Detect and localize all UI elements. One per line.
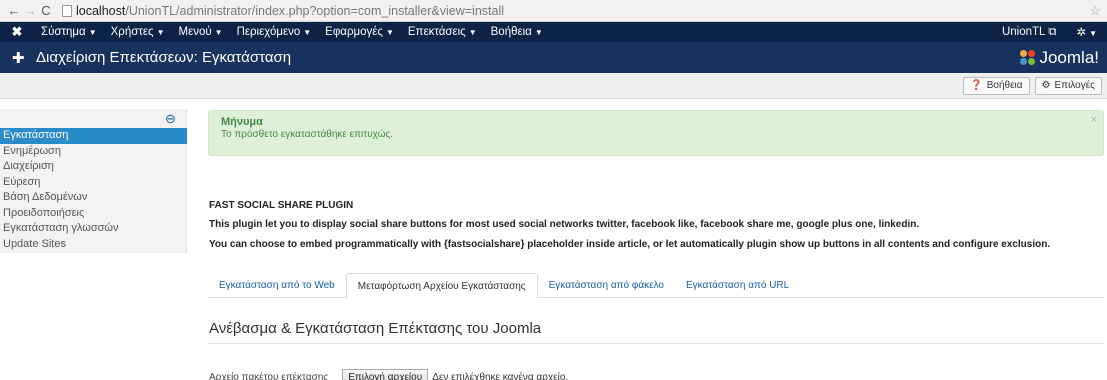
forward-icon[interactable]: →	[22, 3, 38, 18]
sidebar-item[interactable]: Εύρεση	[0, 175, 187, 191]
sidebar-item[interactable]: Βάση Δεδομένων	[0, 190, 187, 206]
back-icon[interactable]: ←	[6, 3, 22, 18]
url-host: localhost	[76, 3, 126, 18]
user-settings-gear-icon[interactable]: ✲ ▼	[1066, 25, 1107, 39]
question-icon: ❓	[970, 80, 983, 91]
page-icon	[62, 4, 72, 17]
menu-system[interactable]: Σύστημα ▼	[34, 26, 104, 38]
sidebar-item[interactable]: Προειδοποιήσεις	[0, 206, 187, 222]
menu-users[interactable]: Χρήστες ▼	[104, 26, 172, 38]
file-status: Δεν επιλέχθηκε κανένα αρχείο.	[432, 372, 569, 380]
install-tabs: Εγκατάσταση από το Web Μεταφόρτωση Αρχεί…	[208, 273, 1104, 299]
file-label: Αρχείο πακέτου επέκτασης	[209, 372, 329, 380]
sidebar-item[interactable]: Ενημέρωση	[0, 144, 187, 160]
sidebar-item[interactable]: Εγκατάσταση γλωσσών	[0, 221, 187, 237]
caret-down-icon: ▼	[534, 28, 543, 37]
menu-extensions[interactable]: Επεκτάσεις ▼	[401, 26, 484, 38]
tab-upload-package[interactable]: Μεταφόρτωση Αρχείου Εγκατάστασης	[345, 273, 538, 299]
page-header: ✚ Διαχείριση Επεκτάσεων: Εγκατάσταση Joo…	[0, 42, 1107, 73]
joomla-brand-logo: Joomla!	[1020, 48, 1099, 68]
reload-icon[interactable]: C	[38, 3, 54, 18]
page-title: Διαχείριση Επεκτάσεων: Εγκατάσταση	[36, 49, 292, 66]
message-heading: Μήνυμα	[221, 116, 263, 128]
main-area: ⊖ Εγκατάσταση Ενημέρωση Διαχείριση Εύρεση Βά…	[0, 99, 1107, 380]
menu-components[interactable]: Εφαρμογές ▼	[318, 26, 401, 38]
menu-menus[interactable]: Μενού ▼	[171, 26, 229, 38]
external-link-icon: ⧉	[1048, 25, 1057, 38]
url-path: /UnionTL/administrator/index.php?option=…	[125, 3, 505, 18]
sidebar-item[interactable]: Update Sites	[0, 237, 187, 253]
caret-down-icon: ▼	[303, 28, 312, 37]
tab-install-from-web[interactable]: Εγκατάσταση από το Web	[208, 273, 346, 298]
puzzle-icon: ✚	[12, 49, 25, 67]
caret-down-icon: ▼	[156, 28, 165, 37]
admin-menu-bar: ✖ Σύστημα ▼ Χρήστες ▼ Μενού ▼ Περιεχόμενο ▼ …	[0, 22, 1107, 42]
gear-icon: ⚙	[1041, 80, 1051, 91]
file-upload-row: Αρχείο πακέτου επέκτασης Επιλογή αρχείου…	[209, 369, 568, 380]
caret-down-icon: ▼	[385, 28, 394, 37]
menu-content[interactable]: Περιεχόμενο ▼	[230, 26, 319, 38]
toolbar: ❓ Βοήθεια ⚙ Επιλογές	[0, 73, 1107, 99]
plugin-title: FAST SOCIAL SHARE PLUGIN	[209, 200, 354, 211]
plugin-description-2: You can choose to embed programmatically…	[209, 239, 1051, 250]
success-message: Μήνυμα Το πρόσθετο εγκαταστάθηκε επιτυχώ…	[208, 110, 1104, 156]
bookmark-star-icon[interactable]: ☆	[1089, 3, 1101, 19]
caret-down-icon: ▼	[88, 28, 97, 37]
section-title: Ανέβασμα & Εγκατάσταση Επέκτασης του Joo…	[209, 320, 542, 337]
tab-install-from-folder[interactable]: Εγκατάσταση από φάκελο	[538, 273, 675, 298]
menu-help[interactable]: Βοήθεια ▼	[484, 26, 550, 38]
browser-toolbar: ← → C localhost/UnionTL/administrator/in…	[0, 0, 1107, 22]
close-icon[interactable]: ×	[1091, 114, 1097, 126]
joomla-logo-icon[interactable]: ✖	[0, 24, 34, 40]
collapse-sidebar-icon[interactable]: ⊖	[165, 111, 176, 127]
divider	[208, 343, 1104, 344]
help-button[interactable]: ❓ Βοήθεια	[963, 76, 1030, 95]
sidebar-item[interactable]: Διαχείριση	[0, 159, 187, 175]
joomla-mark-icon	[1020, 49, 1036, 66]
sidebar: ⊖ Εγκατάσταση Ενημέρωση Διαχείριση Εύρεση Βά…	[0, 109, 187, 253]
sidebar-item[interactable]: Εγκατάσταση	[0, 128, 187, 144]
caret-down-icon: ▼	[468, 28, 477, 37]
plugin-description-1: This plugin let you to display social sh…	[209, 219, 920, 230]
message-text: Το πρόσθετο εγκαταστάθηκε επιτυχώς.	[221, 129, 394, 140]
options-button[interactable]: ⚙ Επιλογές	[1034, 76, 1102, 95]
choose-file-button[interactable]: Επιλογή αρχείου	[342, 369, 429, 380]
caret-down-icon: ▼	[214, 28, 223, 37]
address-bar[interactable]: localhost/UnionTL/administrator/index.ph…	[76, 4, 504, 18]
brand-text: Joomla!	[1039, 47, 1099, 67]
site-link[interactable]: UnionTL ⧉	[992, 26, 1066, 39]
sidebar-list: Εγκατάσταση Ενημέρωση Διαχείριση Εύρεση Βάση…	[0, 128, 187, 252]
tab-install-from-url[interactable]: Εγκατάσταση από URL	[675, 273, 800, 298]
